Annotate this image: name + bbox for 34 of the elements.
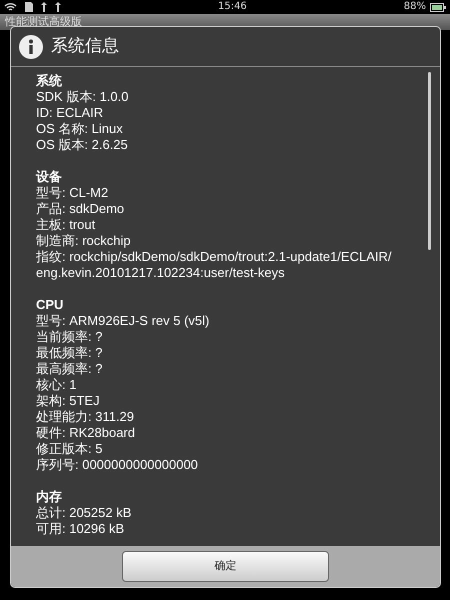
info-line: 处理能力: 311.29 xyxy=(36,409,136,425)
info-line: 当前频率: ? xyxy=(36,329,104,345)
info-line: 型号: ARM926EJ-S rev 5 (v5l) xyxy=(36,313,210,329)
info-line: 架构: 5TEJ xyxy=(36,393,101,409)
info-line: 主板: trout xyxy=(36,217,96,233)
app-title: 性能测试高级版 xyxy=(5,15,82,28)
ok-button[interactable]: 确定 xyxy=(122,551,329,582)
info-line: 序列号: 0000000000000000 xyxy=(36,457,199,473)
dialog-title: 系统信息 xyxy=(51,34,119,58)
info-line: 可用: 10296 kB xyxy=(36,521,126,537)
info-line: 硬件: RK28board xyxy=(36,425,136,441)
info-line: 修正版本: 5 xyxy=(36,441,104,457)
info-line: OS 名称: Linux xyxy=(36,121,124,137)
info-line: 指纹: rockchip/sdkDemo/sdkDemo/trout:2.1-update1/ECLAIR/ eng.kevin.20101217.102234:user/test-keys xyxy=(36,249,392,281)
section-heading: 内存 xyxy=(36,489,63,505)
wifi-icon xyxy=(4,2,17,12)
battery-percent: 88% xyxy=(404,0,426,14)
section-heading: 设备 xyxy=(36,169,63,185)
info-line: SDK 版本: 1.0.0 xyxy=(36,89,130,105)
info-line: OS 版本: 2.6.25 xyxy=(36,137,129,153)
info-line: 制造商: rockchip xyxy=(36,233,132,249)
info-line: 总计: 205252 kB xyxy=(36,505,132,521)
info-line: ID: ECLAIR xyxy=(36,105,104,121)
info-icon xyxy=(19,34,43,58)
info-line: 最低频率: ? xyxy=(36,345,104,361)
info-line: 核心: 1 xyxy=(36,377,78,393)
section-heading: 系统 xyxy=(36,73,63,89)
clock: 15:46 xyxy=(218,0,247,14)
info-line: 产品: sdkDemo xyxy=(36,201,126,217)
section-heading: CPU xyxy=(36,297,64,313)
info-line: 最高频率: ? xyxy=(36,361,104,377)
info-line: 型号: CL-M2 xyxy=(36,185,110,201)
sd-card-icon xyxy=(25,2,33,12)
battery-icon xyxy=(430,2,446,12)
